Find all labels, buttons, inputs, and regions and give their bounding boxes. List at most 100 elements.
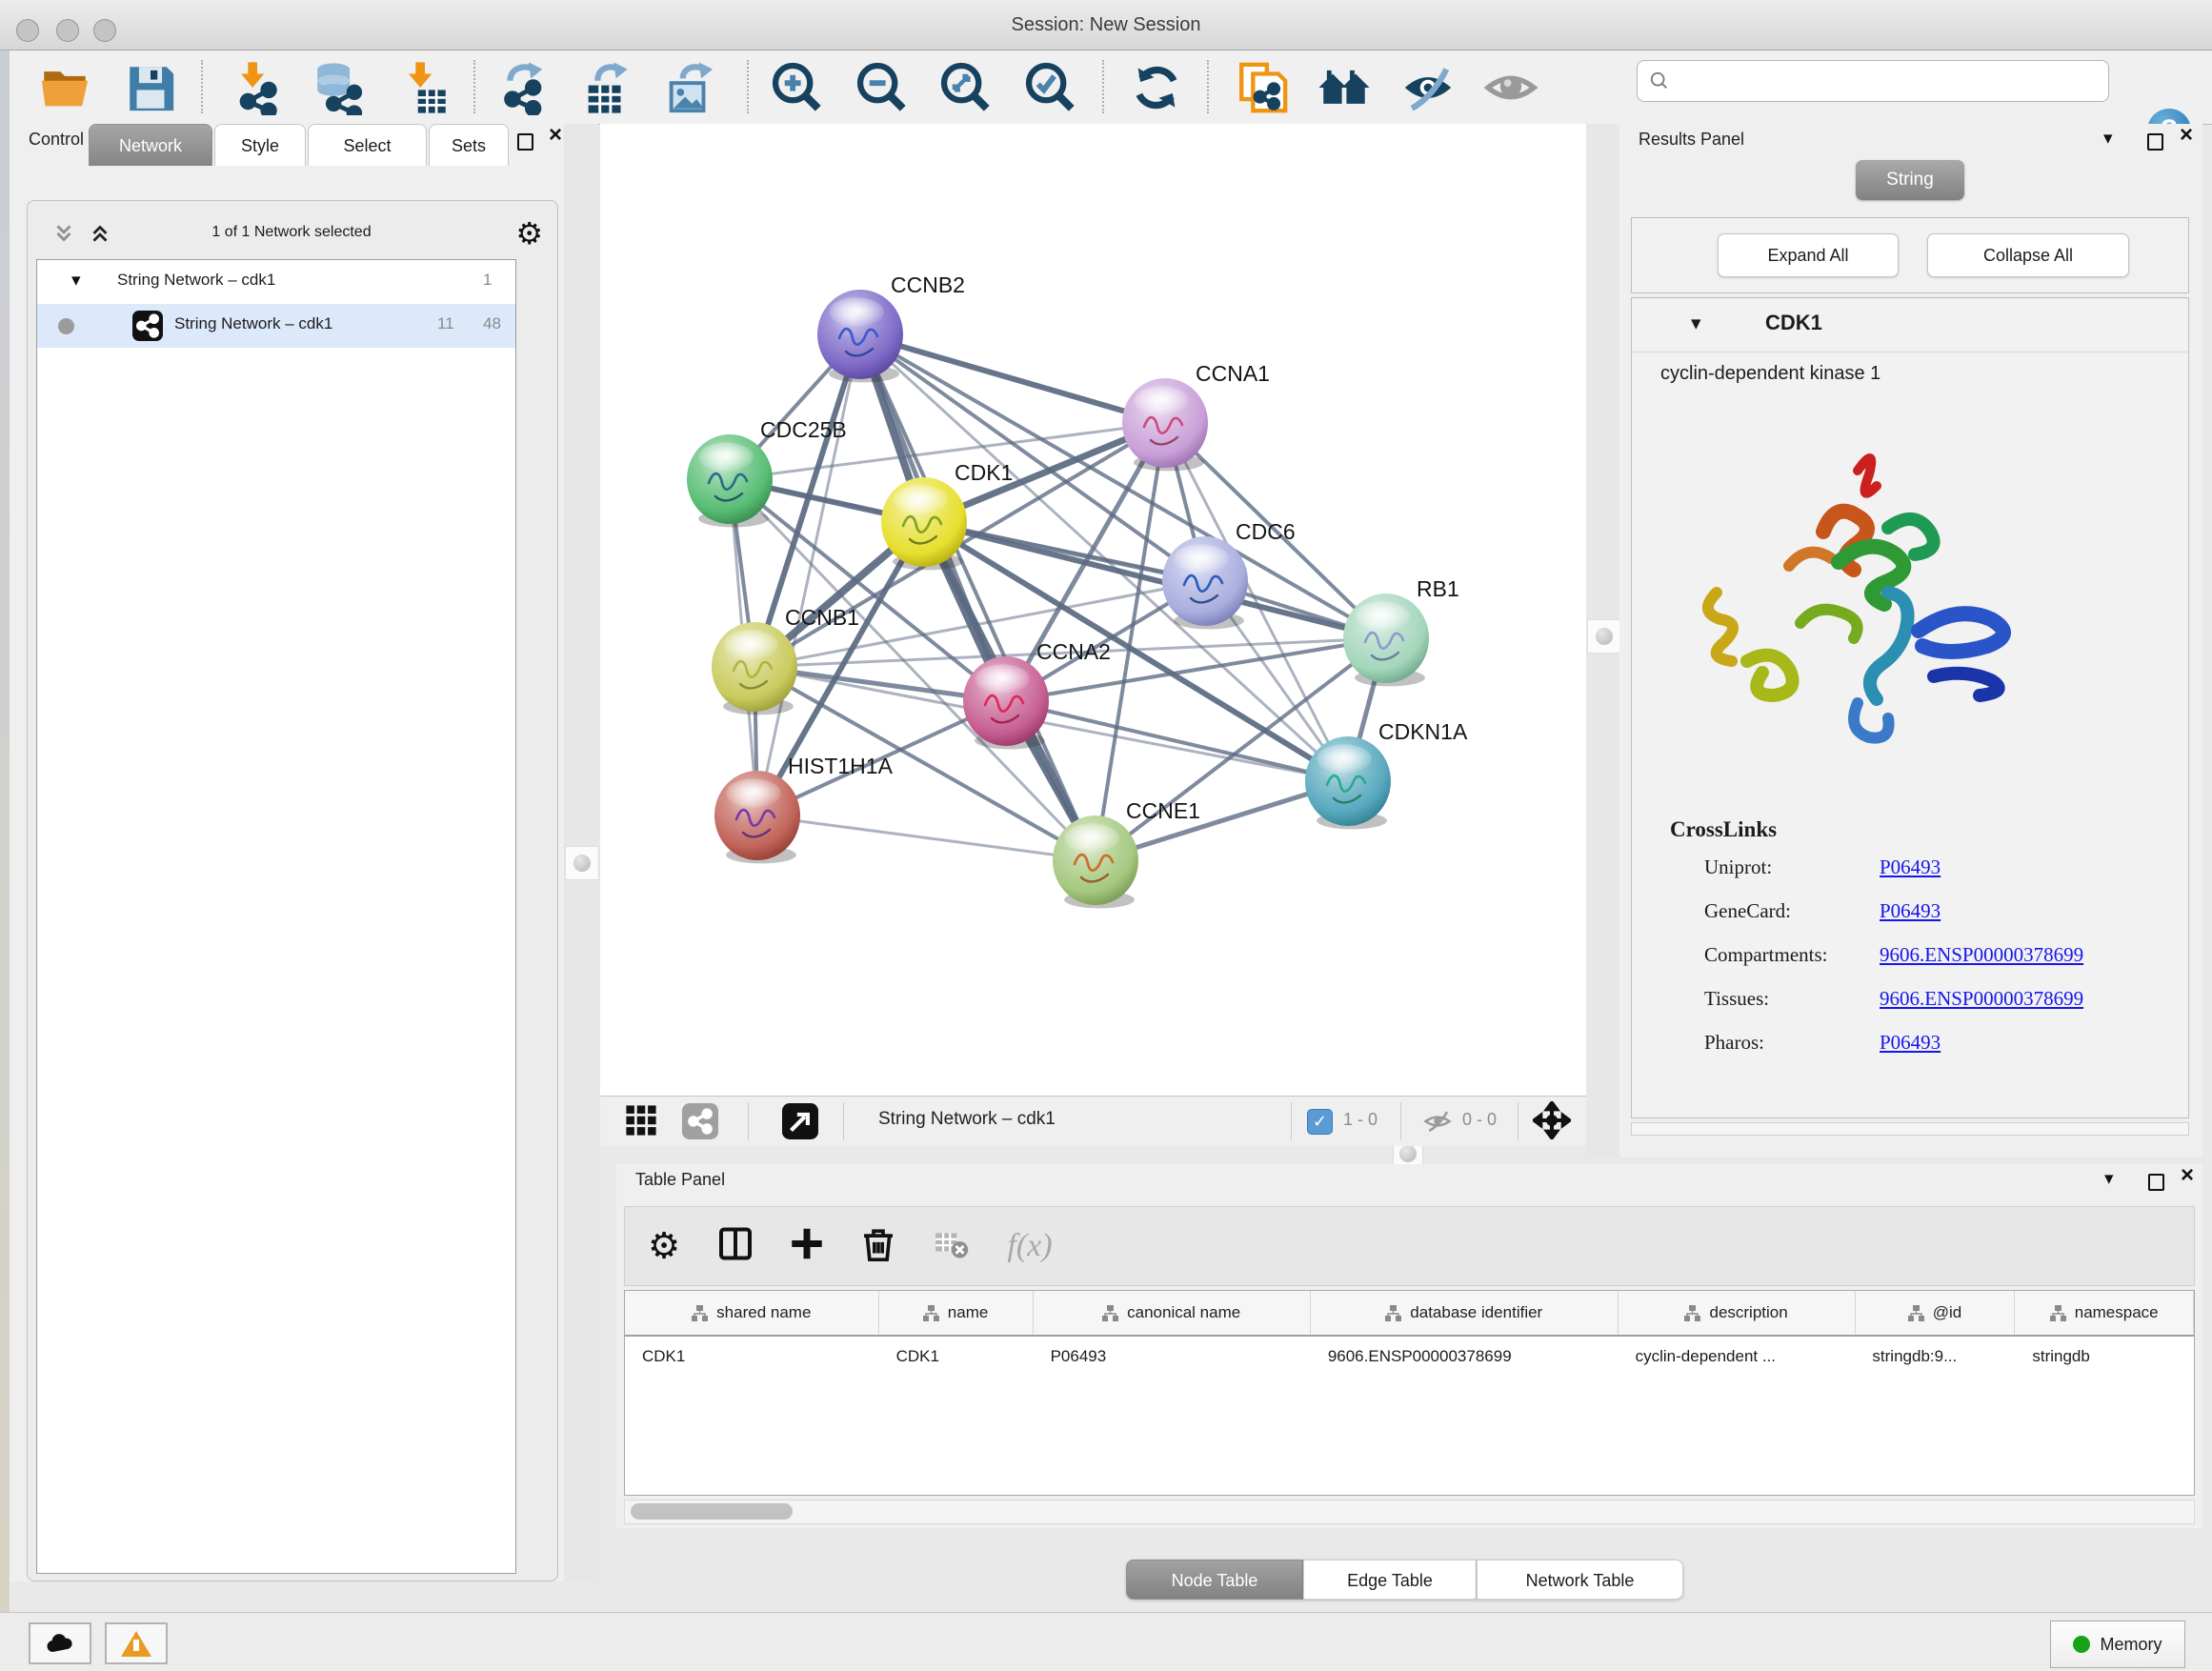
add-column-icon[interactable]: [787, 1224, 827, 1269]
column-header-description[interactable]: description: [1619, 1291, 1856, 1335]
table-cell[interactable]: stringdb: [2015, 1347, 2194, 1366]
column-type-icon: [923, 1305, 939, 1321]
open-in-window-icon[interactable]: [782, 1103, 818, 1139]
import-network-database-icon[interactable]: [311, 60, 366, 115]
table-options-gear-icon[interactable]: ⚙: [648, 1225, 680, 1268]
collection-label: String Network – cdk1: [117, 271, 275, 290]
table-cell[interactable]: P06493: [1034, 1347, 1311, 1366]
home-networks-icon[interactable]: [1317, 60, 1372, 115]
open-session-icon[interactable]: [37, 60, 92, 115]
network-canvas[interactable]: CCNB2CCNA1CDC25BCDK1CDC6RB1CCNB1CCNA2CDK…: [600, 124, 1586, 1096]
zoom-selected-icon[interactable]: [1023, 60, 1078, 115]
export-image-icon[interactable]: [662, 60, 717, 115]
panel-close-icon[interactable]: ×: [2181, 1166, 2194, 1185]
tab-edge-table[interactable]: Edge Table: [1303, 1560, 1477, 1600]
table-cell[interactable]: stringdb:9...: [1855, 1347, 2015, 1366]
right-splitter[interactable]: [1586, 124, 1620, 1158]
tab-string[interactable]: String: [1856, 160, 1964, 200]
tab-sets[interactable]: Sets: [429, 124, 509, 166]
protein-header-row[interactable]: ▾ CDK1: [1632, 298, 2188, 352]
grid-view-icon[interactable]: [625, 1104, 659, 1138]
network-node-CDKN1A[interactable]: CDKN1A: [1305, 719, 1468, 829]
column-header--id[interactable]: @id: [1856, 1291, 2016, 1335]
export-table-icon[interactable]: [579, 60, 634, 115]
network-edge-CCNB2-CCNE1[interactable]: [860, 334, 1096, 860]
tab-select[interactable]: Select: [308, 124, 427, 166]
tab-style[interactable]: Style: [214, 124, 306, 166]
tab-network-table[interactable]: Network Table: [1477, 1560, 1683, 1600]
network-graph: CCNB2CCNA1CDC25BCDK1CDC6RB1CCNB1CCNA2CDK…: [600, 124, 1586, 1096]
delete-table-icon[interactable]: [933, 1226, 969, 1267]
network-options-gear-icon[interactable]: ⚙: [515, 215, 543, 252]
crosslink-link[interactable]: 9606.ENSP00000378699: [1880, 943, 2083, 967]
network-collection-row[interactable]: ▾ String Network – cdk1 1: [37, 260, 515, 304]
left-splitter-handle[interactable]: [565, 846, 599, 880]
network-node-RB1[interactable]: RB1: [1343, 576, 1459, 686]
zoom-fit-icon[interactable]: [938, 60, 994, 115]
clone-network-icon[interactable]: [1235, 60, 1290, 115]
table-cell[interactable]: 9606.ENSP00000378699: [1311, 1347, 1619, 1366]
function-builder-icon[interactable]: f(x): [1007, 1228, 1052, 1264]
zoom-out-icon[interactable]: [855, 60, 910, 115]
import-network-file-icon[interactable]: [230, 60, 285, 115]
import-table-icon[interactable]: [397, 60, 452, 115]
panel-close-icon[interactable]: ×: [2180, 126, 2193, 145]
left-splitter[interactable]: [564, 124, 598, 1581]
panel-float-icon[interactable]: [2147, 133, 2163, 151]
crosslink-link[interactable]: P06493: [1880, 1031, 1941, 1055]
crosslink-link[interactable]: P06493: [1880, 856, 1941, 879]
network-edge-CCNB2-CCNA1[interactable]: [860, 334, 1165, 423]
collapse-all-button[interactable]: Collapse All: [1927, 233, 2129, 277]
panel-menu-icon[interactable]: ▾: [2104, 1170, 2114, 1189]
column-header-name[interactable]: name: [879, 1291, 1034, 1335]
selected-checkbox[interactable]: ✓: [1307, 1109, 1333, 1135]
network-node-CDK1[interactable]: CDK1: [881, 460, 1013, 570]
network-edge-HIST1H1A-CCNE1[interactable]: [757, 815, 1096, 860]
protein-collapse-icon[interactable]: ▾: [1691, 312, 1701, 335]
panel-float-icon[interactable]: [2148, 1174, 2164, 1191]
hidden-eye-icon[interactable]: [1421, 1107, 1456, 1136]
horizontal-splitter[interactable]: [600, 1145, 1586, 1164]
panel-menu-icon[interactable]: ▾: [2103, 130, 2113, 149]
expand-all-button[interactable]: Expand All: [1718, 233, 1899, 277]
crosslink-link[interactable]: P06493: [1880, 899, 1941, 923]
right-splitter-handle[interactable]: [1587, 619, 1621, 654]
table-cell[interactable]: CDK1: [879, 1347, 1034, 1366]
collection-expand-icon[interactable]: ▾: [71, 270, 81, 292]
column-header-database-identifier[interactable]: database identifier: [1311, 1291, 1619, 1335]
show-columns-icon[interactable]: [716, 1225, 754, 1268]
network-item-row[interactable]: String Network – cdk1 11 48: [37, 304, 515, 348]
network-edge-CCNA2-CDKN1A[interactable]: [1006, 701, 1348, 781]
network-node-HIST1H1A[interactable]: HIST1H1A: [714, 754, 894, 863]
memory-button[interactable]: Memory: [2050, 1621, 2185, 1668]
table-hscrollbar-thumb[interactable]: [631, 1503, 793, 1520]
cloud-button[interactable]: [29, 1622, 91, 1664]
column-header-shared-name[interactable]: shared name: [625, 1291, 879, 1335]
search-input[interactable]: [1678, 70, 2108, 91]
table-cell[interactable]: CDK1: [625, 1347, 879, 1366]
tab-network[interactable]: Network: [89, 124, 212, 166]
node-label-CCNA2: CCNA2: [1036, 639, 1111, 664]
warning-button[interactable]: [105, 1622, 168, 1664]
panel-close-icon[interactable]: ×: [549, 126, 562, 145]
panel-float-icon[interactable]: [517, 133, 533, 151]
network-share-view-icon[interactable]: [682, 1103, 718, 1139]
delete-column-icon[interactable]: [859, 1225, 897, 1268]
hide-unhide-icon[interactable]: [1400, 60, 1456, 115]
network-node-CCNB1[interactable]: CCNB1: [712, 605, 859, 715]
show-eye-icon[interactable]: [1483, 60, 1538, 115]
network-node-CCNB2[interactable]: CCNB2: [817, 272, 965, 382]
crosslink-link[interactable]: 9606.ENSP00000378699: [1880, 987, 2083, 1011]
zoom-in-icon[interactable]: [770, 60, 825, 115]
refresh-icon[interactable]: [1129, 60, 1184, 115]
export-network-icon[interactable]: [496, 60, 552, 115]
column-header-canonical-name[interactable]: canonical name: [1034, 1291, 1311, 1335]
save-session-icon[interactable]: [123, 60, 178, 115]
table-hscrollbar[interactable]: [624, 1500, 2195, 1524]
tab-node-table[interactable]: Node Table: [1126, 1560, 1303, 1600]
table-row[interactable]: CDK1CDK1P064939606.ENSP00000378699cyclin…: [625, 1337, 2194, 1377]
column-header-namespace[interactable]: namespace: [2015, 1291, 2194, 1335]
table-cell[interactable]: cyclin-dependent ...: [1619, 1347, 1856, 1366]
birdseye-navigator-icon[interactable]: [1533, 1101, 1573, 1141]
network-edge-CCNB2-HIST1H1A[interactable]: [757, 334, 860, 815]
